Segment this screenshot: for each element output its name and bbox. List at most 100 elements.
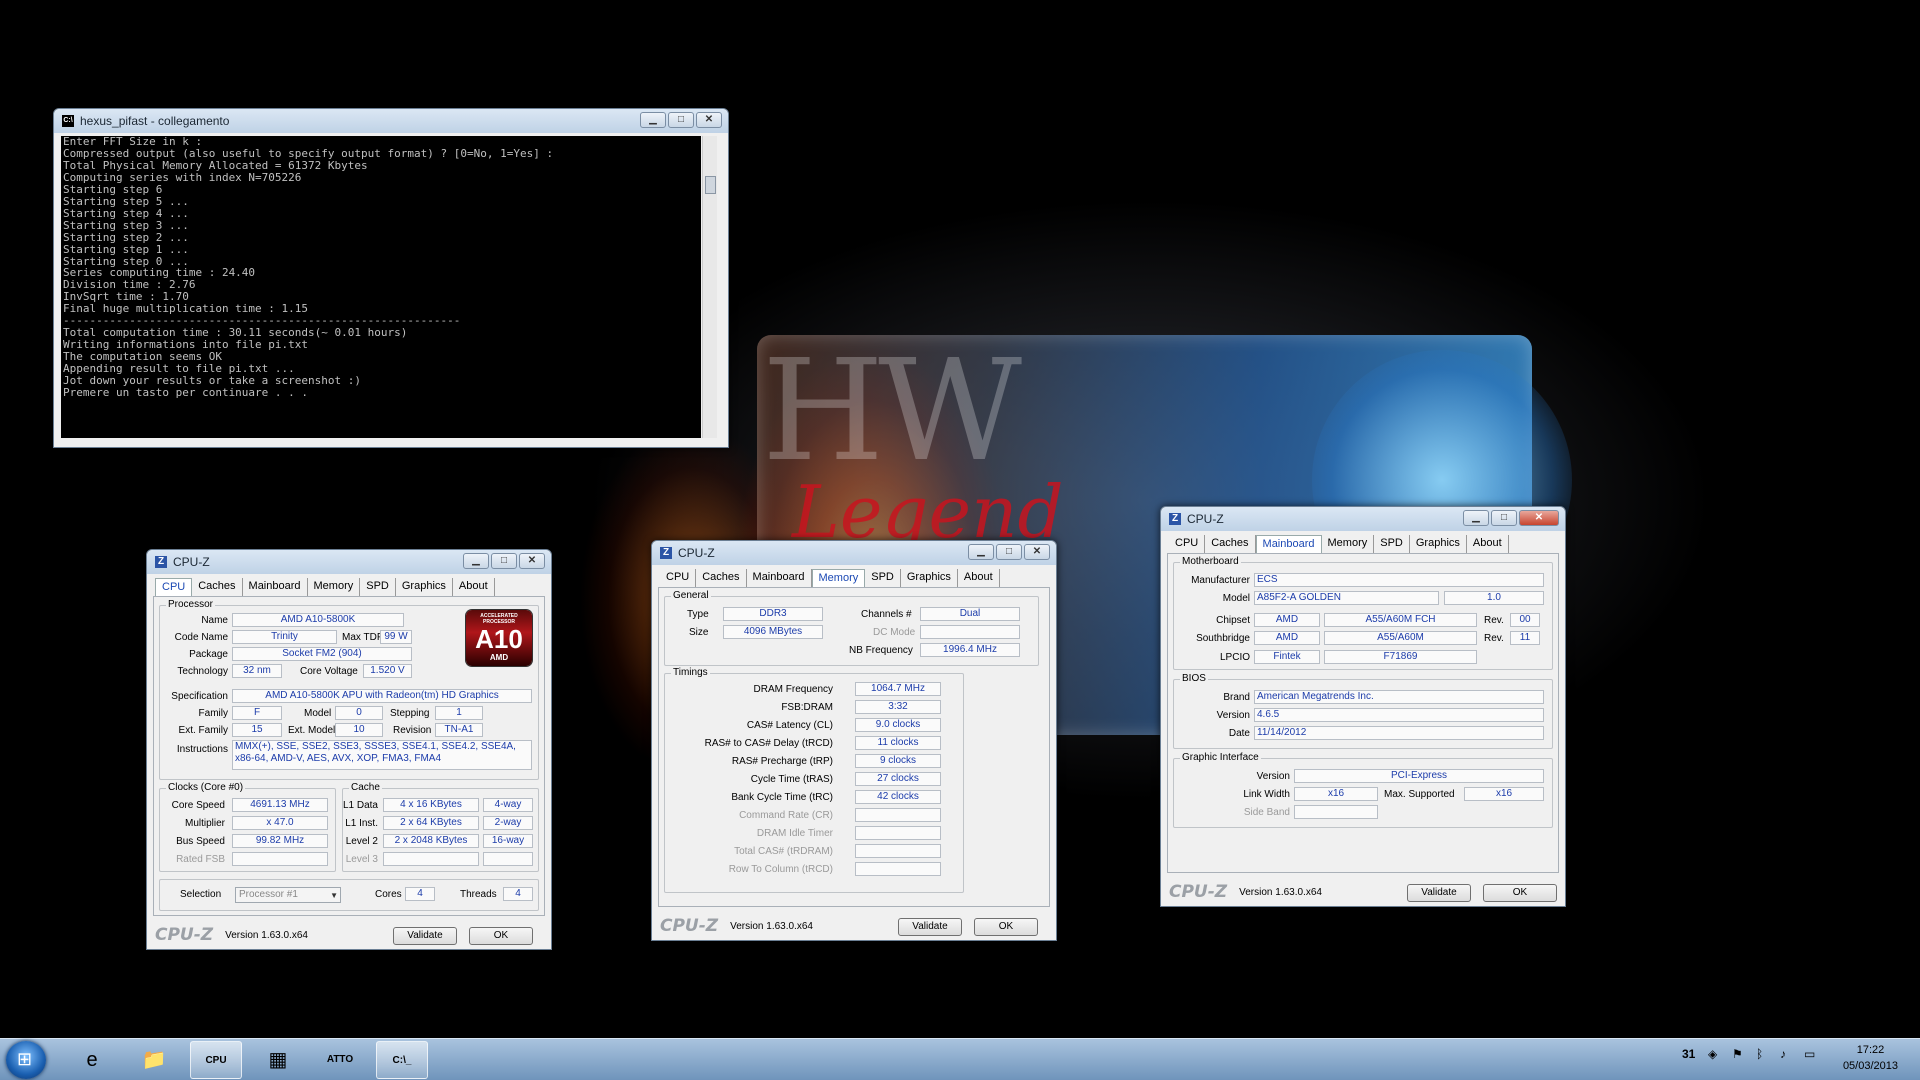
- tab-memory[interactable]: Memory: [1322, 535, 1375, 553]
- tab-cpu[interactable]: CPU: [155, 578, 193, 596]
- cpuz-titlebar[interactable]: Z CPU-Z ▁ □ ✕: [147, 550, 551, 574]
- close-button[interactable]: ✕: [1024, 544, 1050, 560]
- atto-icon[interactable]: ATTO: [314, 1041, 366, 1079]
- console-line: Starting step 3 ...: [63, 218, 189, 232]
- tray-volume-icon[interactable]: ♪: [1780, 1047, 1786, 1061]
- tab-about[interactable]: About: [1467, 535, 1509, 553]
- cmd-icon[interactable]: C:\_: [376, 1041, 428, 1079]
- console-output[interactable]: Enter FFT Size in k : Compressed output (…: [61, 136, 701, 438]
- dcmode-label: DC Mode: [873, 627, 916, 638]
- specification-value: AMD A10-5800K APU with Radeon(tm) HD Gra…: [232, 689, 532, 703]
- console-window[interactable]: C:\ hexus_pifast - collegamento ▁ □ ✕ En…: [53, 108, 729, 448]
- level2-label: Level 2: [345, 836, 378, 847]
- console-line: Starting step 4 ...: [63, 206, 189, 220]
- southbridge-rev-label: Rev.: [1484, 633, 1504, 644]
- ok-button[interactable]: OK: [1483, 884, 1557, 902]
- tab-caches[interactable]: Caches: [696, 569, 747, 587]
- console-line: Premere un tasto per continuare . . .: [63, 386, 309, 400]
- cpuz-brand: CPU-Z: [155, 925, 214, 945]
- console-titlebar[interactable]: C:\ hexus_pifast - collegamento ▁ □ ✕: [54, 109, 728, 133]
- tab-cpu[interactable]: CPU: [1169, 535, 1206, 553]
- cores-label: Cores: [375, 889, 402, 900]
- tray-bluetooth-icon[interactable]: ᛒ: [1756, 1047, 1763, 1061]
- l1data-label: L1 Data: [342, 800, 378, 811]
- tab-spd[interactable]: SPD: [1374, 535, 1410, 553]
- validate-button[interactable]: Validate: [393, 927, 457, 945]
- trcd-label: RAS# to CAS# Delay (tRCD): [704, 738, 833, 749]
- maximize-button[interactable]: □: [491, 553, 517, 569]
- tab-graphics[interactable]: Graphics: [396, 578, 453, 596]
- ok-button[interactable]: OK: [469, 927, 533, 945]
- tab-cpu[interactable]: CPU: [660, 569, 697, 587]
- chevron-down-icon[interactable]: ▼: [330, 889, 338, 903]
- trp-label: RAS# Precharge (tRP): [731, 756, 833, 767]
- l1data-ways: 4-way: [483, 798, 533, 812]
- validate-button[interactable]: Validate: [898, 918, 962, 936]
- system-clock[interactable]: 17:22 05/03/2013: [1843, 1042, 1898, 1074]
- gpu-tool-icon[interactable]: ▦: [252, 1041, 304, 1079]
- tab-caches[interactable]: Caches: [1205, 535, 1256, 553]
- processor-select[interactable]: Processor #1 ▼: [235, 887, 341, 903]
- clocks-group: Clocks (Core #0) Core Speed 4691.13 MHz …: [159, 782, 336, 872]
- tab-spd[interactable]: SPD: [360, 578, 396, 596]
- tab-about[interactable]: About: [958, 569, 1000, 587]
- close-button[interactable]: ✕: [519, 553, 545, 569]
- cpuz-icon[interactable]: CPU: [190, 1041, 242, 1079]
- extmodel-label: Ext. Model: [288, 725, 336, 736]
- level3-ways: [483, 852, 533, 866]
- minimize-button[interactable]: ▁: [463, 553, 489, 569]
- minimize-button[interactable]: ▁: [1463, 510, 1489, 526]
- size-value: 4096 MBytes: [723, 625, 823, 639]
- cpuz-window-memory[interactable]: Z CPU-Z ▁ □ ✕ CPU Caches Mainboard Memory SP…: [651, 540, 1057, 941]
- tab-spd[interactable]: SPD: [865, 569, 901, 587]
- tab-mainboard[interactable]: Mainboard: [747, 569, 812, 587]
- extmodel-value: 10: [335, 723, 383, 737]
- multiplier-value: x 47.0: [232, 816, 328, 830]
- maximize-button[interactable]: □: [996, 544, 1022, 560]
- tab-about[interactable]: About: [453, 578, 495, 596]
- corespeed-label: Core Speed: [171, 800, 225, 811]
- tray-flag-icon[interactable]: ⚑: [1732, 1047, 1743, 1061]
- tab-memory[interactable]: Memory: [811, 569, 866, 587]
- cpuz-titlebar[interactable]: Z CPU-Z ▁ □ ✕: [1161, 507, 1565, 531]
- tab-mainboard[interactable]: Mainboard: [1255, 535, 1322, 553]
- tab-mainboard[interactable]: Mainboard: [243, 578, 308, 596]
- close-button[interactable]: ✕: [696, 112, 722, 128]
- type-value: DDR3: [723, 607, 823, 621]
- tray-calendar-icon[interactable]: 31: [1682, 1047, 1695, 1061]
- minimize-button[interactable]: ▁: [640, 112, 666, 128]
- maxsupported-label: Max. Supported: [1384, 789, 1455, 800]
- close-button[interactable]: ✕: [1519, 510, 1559, 526]
- explorer-icon[interactable]: 📁: [128, 1041, 180, 1079]
- lpcio-label: LPCIO: [1219, 652, 1250, 663]
- cpuz-window-mainboard[interactable]: Z CPU-Z ▁ □ ✕ CPU Caches Mainboard Memory SP…: [1160, 506, 1566, 907]
- bios-version-value: 4.6.5: [1254, 708, 1544, 722]
- tray-network-icon[interactable]: ◈: [1708, 1047, 1717, 1061]
- tab-graphics[interactable]: Graphics: [1410, 535, 1467, 553]
- specification-label: Specification: [171, 691, 228, 702]
- ok-button[interactable]: OK: [974, 918, 1038, 936]
- scrollbar-thumb[interactable]: [705, 176, 716, 194]
- minimize-button[interactable]: ▁: [968, 544, 994, 560]
- maximize-button[interactable]: □: [668, 112, 694, 128]
- maximize-button[interactable]: □: [1491, 510, 1517, 526]
- console-title: hexus_pifast - collegamento: [80, 114, 230, 128]
- tray-power-icon[interactable]: ▭: [1804, 1047, 1815, 1061]
- idletimer-label: DRAM Idle Timer: [756, 828, 833, 839]
- cpuz-window-cpu[interactable]: Z CPU-Z ▁ □ ✕ CPU Caches Mainboard Memory SP…: [146, 549, 552, 950]
- start-button[interactable]: ⊞: [6, 1041, 46, 1079]
- name-value: AMD A10-5800K: [232, 613, 404, 627]
- validate-button[interactable]: Validate: [1407, 884, 1471, 902]
- tab-graphics[interactable]: Graphics: [901, 569, 958, 587]
- console-scrollbar[interactable]: [702, 136, 717, 438]
- clock-time: 17:22: [1856, 1044, 1885, 1056]
- selection-label: Selection: [180, 889, 222, 900]
- ie-icon[interactable]: e: [66, 1041, 118, 1079]
- tab-bar: CPU Caches Mainboard Memory SPD Graphics About: [1169, 535, 1509, 553]
- trp-value: 9 clocks: [855, 754, 941, 768]
- dcmode-value: [920, 625, 1020, 639]
- tras-value: 27 clocks: [855, 772, 941, 786]
- cpuz-titlebar[interactable]: Z CPU-Z ▁ □ ✕: [652, 541, 1056, 565]
- tab-memory[interactable]: Memory: [308, 578, 361, 596]
- tab-caches[interactable]: Caches: [192, 578, 243, 596]
